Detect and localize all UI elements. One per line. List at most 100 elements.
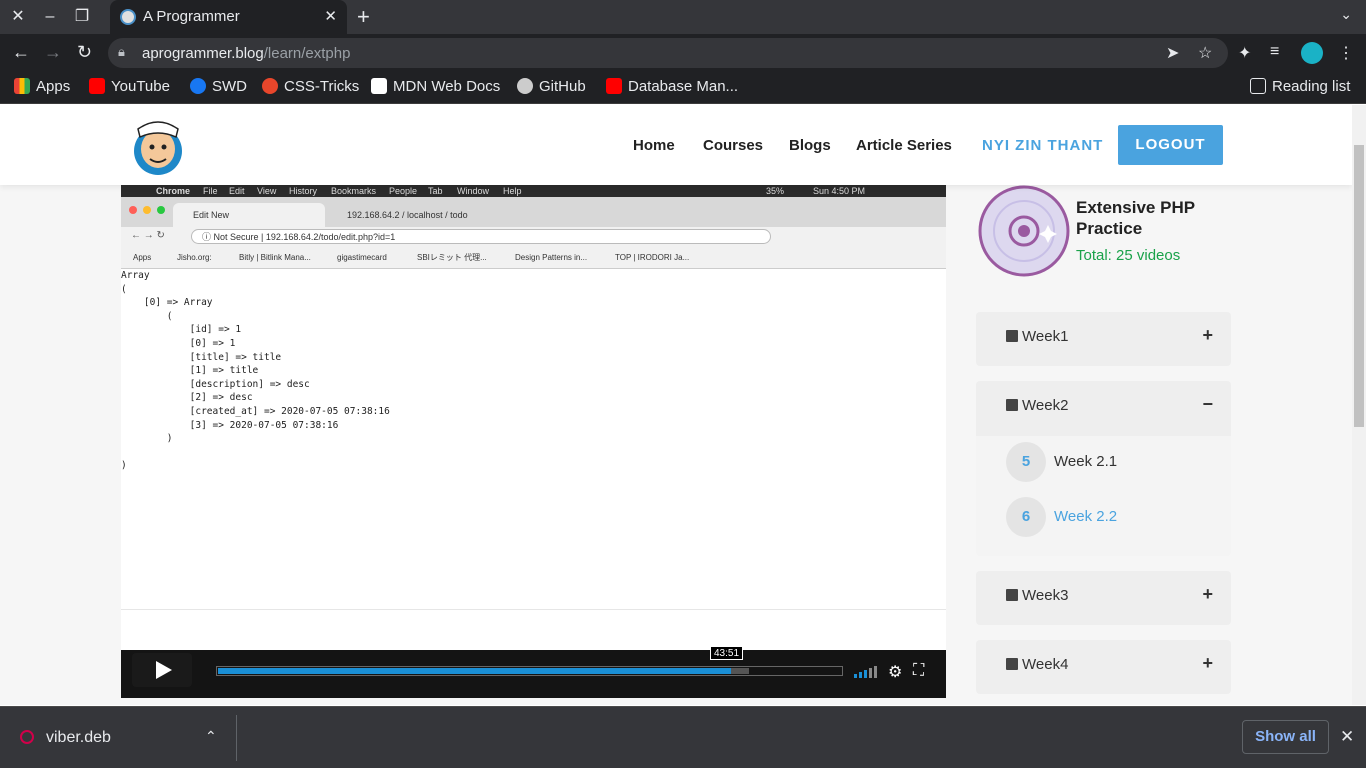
inner-url-box: ⓘ Not Secure | 192.168.64.2/todo/edit.ph… — [191, 229, 771, 244]
inner-back-icon: ← → ↻ — [131, 230, 165, 241]
inner-bookmark: SBIレミット 代理... — [417, 253, 487, 262]
restore-window-icon[interactable]: ❐ — [66, 0, 98, 34]
divider — [236, 715, 237, 761]
close-window-icon[interactable]: ✕ — [2, 0, 34, 34]
lesson-item[interactable]: 5 Week 2.1 — [1006, 442, 1226, 482]
course-card: Extensive PHP Practice Total: 25 videos — [976, 185, 1231, 285]
profile-avatar[interactable] — [1301, 42, 1323, 64]
media-control-icon[interactable]: ≡ — [1270, 43, 1279, 61]
volume-icon[interactable] — [854, 666, 878, 678]
bookmark-database[interactable]: Database Man... — [606, 78, 738, 95]
calendar-icon — [1006, 589, 1018, 601]
lesson-label: Week 2.2 — [1054, 508, 1118, 525]
week-2-accordion[interactable]: Week2 − — [976, 381, 1231, 437]
week-3-accordion[interactable]: Week3 + — [976, 571, 1231, 625]
reading-list[interactable]: Reading list — [1250, 78, 1350, 95]
youtube-icon — [89, 78, 105, 94]
nav-article-series[interactable]: Article Series — [856, 137, 952, 154]
video-inner-bookmarks: Apps Jisho.org: Bitly | Bitlink Mana... … — [121, 247, 946, 269]
player-controls: 43:51 ⚙ ⛶ — [121, 646, 946, 698]
nav-blogs[interactable]: Blogs — [789, 137, 831, 154]
css-tricks-icon — [262, 78, 278, 94]
bookmark-youtube[interactable]: YouTube — [89, 78, 170, 95]
download-bar: viber.deb ⌃ Show all ✕ — [0, 706, 1366, 768]
bookmark-github[interactable]: GitHub — [517, 78, 586, 95]
mac-menu-item: File — [203, 186, 218, 196]
bookmark-star-icon[interactable]: ☆ — [1198, 43, 1212, 63]
lock-icon[interactable]: 🔒︎ — [118, 44, 125, 60]
bookmark-apps[interactable]: Apps — [14, 78, 70, 95]
browser-tab[interactable]: A Programmer ✕ — [110, 0, 347, 34]
new-tab-icon[interactable]: + — [357, 4, 370, 30]
reading-list-icon — [1250, 78, 1266, 94]
fullscreen-icon[interactable]: ⛶ — [913, 662, 924, 680]
play-button[interactable] — [132, 653, 192, 687]
course-total: Total: 25 videos — [1076, 247, 1181, 264]
address-url[interactable]: aprogrammer.blog/learn/extphp — [142, 45, 350, 62]
bookmarks-bar: Apps YouTube SWD CSS-Tricks MDN Web Docs… — [0, 72, 1366, 104]
browser-toolbar: ← → ↻ 🔒︎ aprogrammer.blog/learn/extphp ➤… — [0, 34, 1366, 72]
back-icon[interactable]: ← — [12, 42, 30, 63]
lesson-item-active[interactable]: 6 Week 2.2 — [1006, 497, 1226, 537]
week-4-accordion[interactable]: Week4 + — [976, 640, 1231, 694]
nav-user[interactable]: NYI ZIN THANT — [982, 137, 1103, 154]
week-1-accordion[interactable]: Week1 + — [976, 312, 1231, 366]
page-viewport: Home Courses Blogs Article Series NYI ZI… — [0, 105, 1352, 705]
video-lower-area — [121, 609, 946, 652]
mac-menu-item: Tab — [428, 186, 443, 196]
tab-search-icon[interactable]: ⌄ — [1340, 6, 1352, 23]
mac-zoom-dot — [157, 206, 165, 214]
lesson-number-badge: 5 — [1006, 442, 1046, 482]
inner-tab: Edit New — [173, 203, 325, 227]
inner-bookmark: TOP | IRODORI Ja... — [615, 253, 690, 262]
site-logo[interactable] — [130, 115, 186, 175]
nav-home[interactable]: Home — [633, 137, 675, 154]
scrollbar-thumb[interactable] — [1354, 145, 1364, 427]
lesson-number-badge: 6 — [1006, 497, 1046, 537]
show-all-button[interactable]: Show all — [1242, 720, 1329, 754]
debian-icon — [20, 730, 34, 744]
collapse-icon[interactable]: − — [1202, 394, 1213, 415]
expand-icon[interactable]: + — [1202, 584, 1213, 605]
nav-courses[interactable]: Courses — [703, 137, 763, 154]
browser-titlebar: ✕ – ❐ A Programmer ✕ + ⌄ — [0, 0, 1366, 34]
mac-menu-item: People — [389, 186, 418, 196]
progress-played — [218, 668, 731, 674]
bookmark-css-tricks[interactable]: CSS-Tricks — [262, 78, 359, 95]
download-item[interactable]: viber.deb — [20, 729, 111, 747]
logout-button[interactable]: LOGOUT — [1118, 125, 1223, 165]
browser-menu-icon[interactable]: ⋮ — [1338, 43, 1354, 63]
page-scrollbar[interactable] — [1352, 105, 1366, 705]
address-bar[interactable]: 🔒︎ aprogrammer.blog/learn/extphp ➤ ☆ — [108, 38, 1228, 68]
settings-gear-icon[interactable]: ⚙ — [888, 662, 902, 682]
inner-tab: 192.168.64.2 / localhost / todo — [347, 210, 468, 220]
close-icon[interactable]: ✕ — [1340, 727, 1354, 747]
video-player[interactable]: Chrome File Edit View History Bookmarks … — [121, 185, 946, 698]
youtube-icon — [606, 78, 622, 94]
minimize-window-icon[interactable]: – — [34, 0, 66, 34]
week-2-label: Week2 — [1006, 397, 1068, 414]
tab-close-icon[interactable]: ✕ — [324, 7, 337, 25]
lesson-label: Week 2.1 — [1054, 453, 1118, 470]
reload-icon[interactable]: ↻ — [77, 42, 92, 63]
send-tab-icon[interactable]: ➤ — [1166, 43, 1179, 63]
video-inner-tabstrip: Edit New 192.168.64.2 / localhost / todo — [121, 197, 946, 227]
course-title: Extensive PHP Practice — [1076, 198, 1195, 238]
video-code-output: Array ( [0] => Array ( [id] => 1 [0] => … — [121, 270, 390, 472]
bookmark-swd[interactable]: SWD — [190, 78, 247, 95]
github-icon — [517, 78, 533, 94]
progress-bar[interactable] — [216, 666, 843, 676]
extensions-icon[interactable]: ✦ — [1238, 43, 1251, 63]
facebook-icon — [190, 78, 206, 94]
forward-icon[interactable]: → — [44, 42, 62, 63]
mac-menu-item: View — [257, 186, 277, 196]
inner-bookmark: Bitly | Bitlink Mana... — [239, 253, 311, 262]
week-4-label: Week4 — [1006, 656, 1068, 673]
calendar-icon — [1006, 330, 1018, 342]
inner-bookmark: Jisho.org: — [177, 253, 212, 262]
expand-icon[interactable]: + — [1202, 325, 1213, 346]
chevron-up-icon[interactable]: ⌃ — [205, 728, 217, 745]
expand-icon[interactable]: + — [1202, 653, 1213, 674]
bookmark-mdn[interactable]: MDN Web Docs — [371, 78, 500, 95]
tab-favicon-icon — [120, 9, 136, 25]
